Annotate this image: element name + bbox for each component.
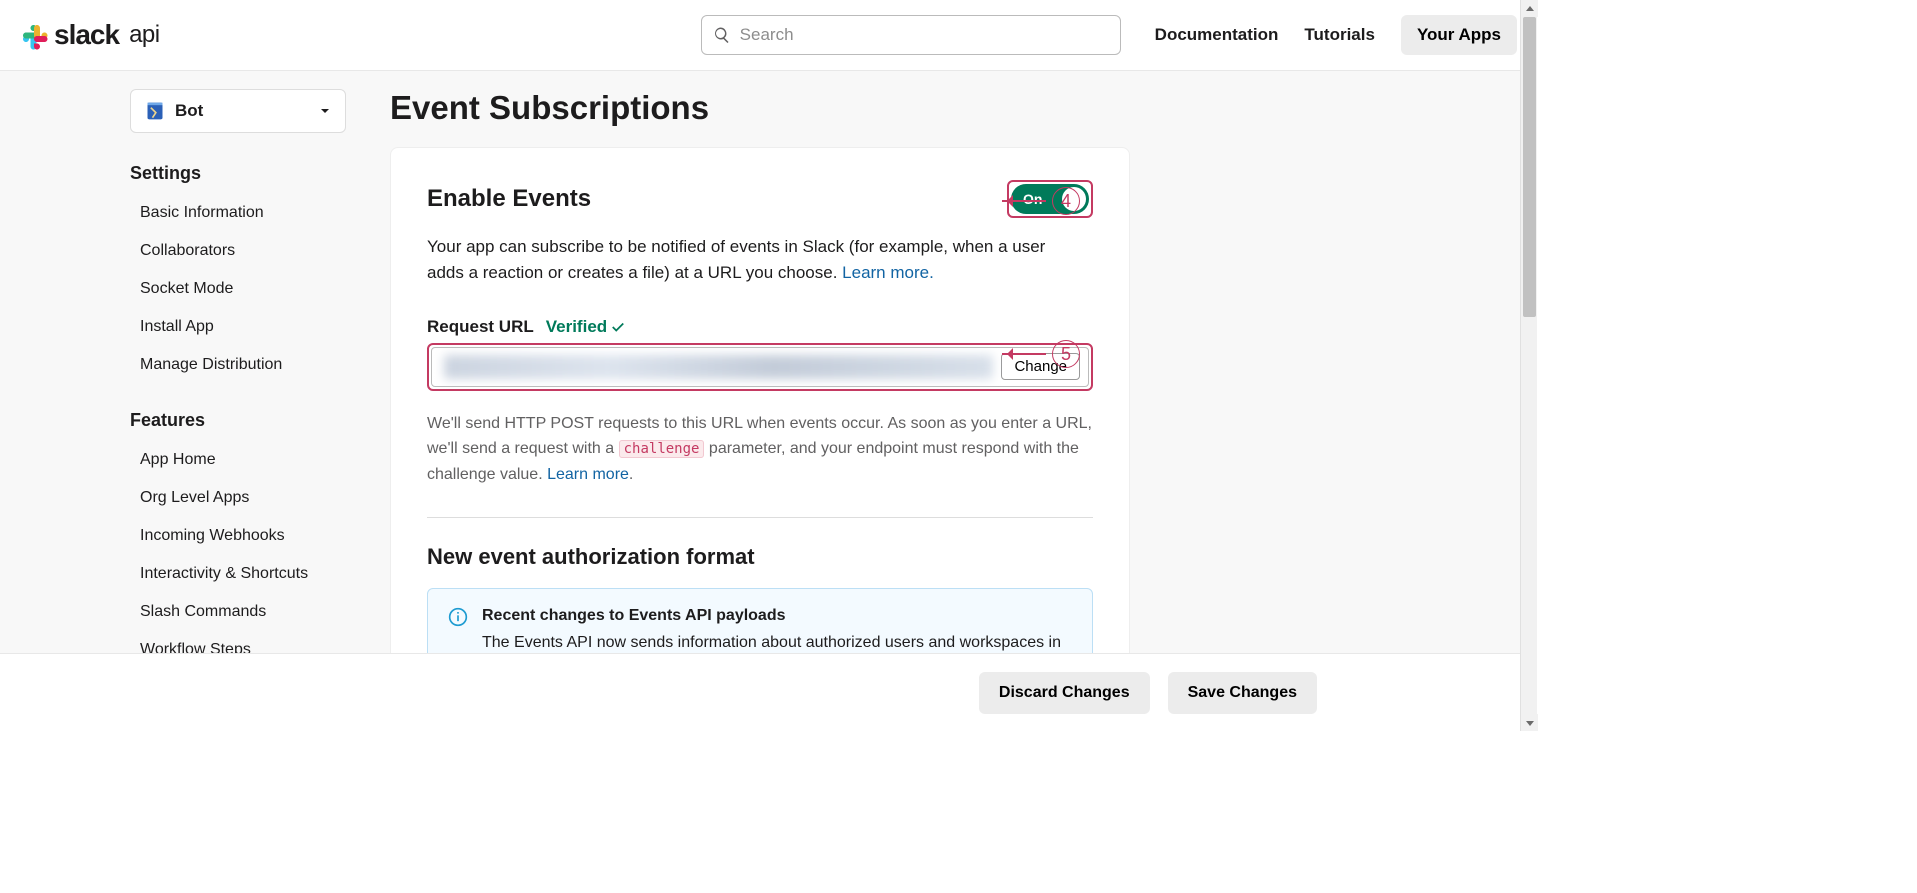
toggle-on-label: On bbox=[1023, 191, 1042, 207]
sidebar-item-install-app[interactable]: Install App bbox=[130, 312, 346, 342]
scrollbar-thumb[interactable] bbox=[1523, 17, 1536, 317]
sidebar-group-settings: Settings bbox=[130, 163, 370, 184]
sidebar-item-org-level-apps[interactable]: Org Level Apps bbox=[130, 483, 346, 513]
learn-more-link[interactable]: Learn more. bbox=[842, 263, 934, 282]
sidebar: Bot Settings Basic Information Collabora… bbox=[110, 71, 370, 731]
save-changes-button[interactable]: Save Changes bbox=[1168, 672, 1317, 714]
request-url-field: Change bbox=[431, 347, 1089, 387]
scrollbar-down-button[interactable] bbox=[1521, 714, 1538, 731]
enable-events-toggle[interactable]: On bbox=[1011, 184, 1089, 214]
sidebar-item-app-home[interactable]: App Home bbox=[130, 445, 346, 475]
desc-text: Your app can subscribe to be notified of… bbox=[427, 237, 1045, 282]
app-select-dropdown[interactable]: Bot bbox=[130, 89, 346, 133]
sidebar-item-basic-information[interactable]: Basic Information bbox=[130, 198, 346, 228]
request-url-value-redacted bbox=[444, 355, 993, 379]
enable-events-description: Your app can subscribe to be notified of… bbox=[427, 234, 1067, 287]
nav-links: Documentation Tutorials Your Apps bbox=[1155, 15, 1517, 55]
challenge-code: challenge bbox=[619, 440, 705, 458]
notice-title: Recent changes to Events API payloads bbox=[482, 607, 1072, 625]
sidebar-item-manage-distribution[interactable]: Manage Distribution bbox=[130, 350, 346, 380]
enable-events-title: Enable Events bbox=[427, 185, 591, 213]
auth-format-title: New event authorization format bbox=[427, 544, 1093, 570]
verified-badge: Verified bbox=[546, 317, 625, 337]
logo-api-text: api bbox=[129, 21, 160, 49]
annotation-toggle-highlight: On bbox=[1007, 180, 1093, 218]
chevron-down-icon bbox=[319, 105, 331, 117]
page-title: Event Subscriptions bbox=[390, 89, 1517, 127]
content: Event Subscriptions Enable Events On You… bbox=[370, 71, 1537, 731]
sidebar-item-socket-mode[interactable]: Socket Mode bbox=[130, 274, 346, 304]
nav-tutorials[interactable]: Tutorials bbox=[1304, 25, 1375, 45]
main-card: Enable Events On Your app can subscribe … bbox=[390, 147, 1130, 731]
request-url-label: Request URL bbox=[427, 317, 534, 337]
app-select-label: Bot bbox=[175, 101, 203, 121]
search-input[interactable] bbox=[701, 15, 1121, 55]
app-icon bbox=[145, 101, 165, 121]
info-icon bbox=[448, 607, 468, 627]
search-wrap bbox=[701, 15, 1121, 55]
divider bbox=[427, 517, 1093, 518]
logo[interactable]: slack api bbox=[18, 19, 160, 51]
sidebar-item-collaborators[interactable]: Collaborators bbox=[130, 236, 346, 266]
header: slack api Documentation Tutorials Your A… bbox=[0, 0, 1537, 71]
sidebar-item-slash-commands[interactable]: Slash Commands bbox=[130, 597, 346, 627]
toggle-knob bbox=[1062, 187, 1086, 211]
search-icon bbox=[713, 26, 731, 44]
helper-learn-more-link[interactable]: Learn more bbox=[547, 466, 629, 483]
annotation-url-highlight: Change bbox=[427, 343, 1093, 391]
nav-your-apps[interactable]: Your Apps bbox=[1401, 15, 1517, 55]
slack-logo-icon bbox=[18, 20, 48, 50]
scrollbar-vertical[interactable] bbox=[1520, 0, 1537, 731]
sidebar-item-incoming-webhooks[interactable]: Incoming Webhooks bbox=[130, 521, 346, 551]
body: Bot Settings Basic Information Collabora… bbox=[0, 71, 1537, 731]
verified-text: Verified bbox=[546, 317, 607, 337]
request-url-helper: We'll send HTTP POST requests to this UR… bbox=[427, 411, 1093, 488]
nav-documentation[interactable]: Documentation bbox=[1155, 25, 1279, 45]
change-url-button[interactable]: Change bbox=[1001, 353, 1080, 380]
logo-text: slack bbox=[54, 19, 119, 51]
sidebar-item-interactivity-shortcuts[interactable]: Interactivity & Shortcuts bbox=[130, 559, 346, 589]
scrollbar-up-button[interactable] bbox=[1521, 0, 1538, 17]
sidebar-group-features: Features bbox=[130, 410, 370, 431]
discard-changes-button[interactable]: Discard Changes bbox=[979, 672, 1150, 714]
footer-bar: Discard Changes Save Changes bbox=[0, 653, 1537, 731]
checkmark-icon bbox=[611, 320, 625, 334]
